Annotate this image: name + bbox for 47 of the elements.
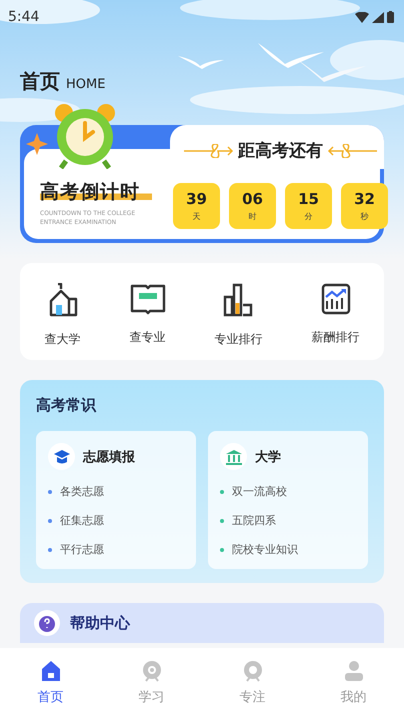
chart-icon bbox=[320, 283, 350, 315]
topic-link[interactable]: 征集志愿 bbox=[60, 513, 104, 528]
home-icon bbox=[40, 660, 62, 682]
shortcut-button[interactable]: 查大学 bbox=[44, 283, 80, 348]
wifi-icon bbox=[355, 12, 369, 22]
topic-card[interactable]: 大学 双一流高校 五院四系 院校专业知识 bbox=[208, 431, 368, 569]
question-icon bbox=[34, 610, 60, 636]
target-icon bbox=[242, 660, 264, 682]
bar-chart-icon bbox=[222, 283, 254, 317]
time-unit-label: 分 bbox=[304, 211, 312, 222]
target-icon bbox=[140, 660, 162, 682]
shortcut-button[interactable]: 查专业 bbox=[130, 283, 166, 348]
battery-icon bbox=[387, 11, 394, 23]
topic-link[interactable]: 各类志愿 bbox=[60, 484, 104, 499]
bank-building-icon bbox=[224, 448, 242, 464]
topic-title: 志愿填报 bbox=[83, 448, 135, 466]
page-subtitle: HOME bbox=[66, 77, 106, 92]
time-value: 39 bbox=[186, 190, 207, 208]
time-value: 06 bbox=[242, 190, 263, 208]
time-value: 15 bbox=[298, 190, 319, 208]
time-unit-label: 秒 bbox=[360, 211, 368, 222]
topic-title: 大学 bbox=[255, 448, 281, 466]
graduation-cap-icon bbox=[52, 448, 70, 464]
shortcut-button[interactable]: 专业排行 bbox=[214, 283, 262, 348]
status-time: 5:44 bbox=[8, 9, 40, 25]
topic-link[interactable]: 院校专业知识 bbox=[232, 542, 298, 557]
nav-tab[interactable]: 首页 bbox=[16, 660, 86, 706]
time-value: 32 bbox=[354, 190, 375, 208]
help-card[interactable]: 帮助中心 bbox=[20, 603, 384, 643]
topic-link[interactable]: 五院四系 bbox=[232, 513, 276, 528]
topic-card[interactable]: 志愿填报 各类志愿 征集志愿 平行志愿 bbox=[36, 431, 196, 569]
page-title: 首页 bbox=[20, 68, 60, 95]
school-icon bbox=[48, 283, 78, 317]
topic-link[interactable]: 平行志愿 bbox=[60, 542, 104, 557]
shortcut-button[interactable]: 薪酬排行 bbox=[312, 283, 360, 348]
user-icon bbox=[342, 660, 364, 682]
book-icon bbox=[130, 283, 166, 315]
help-title: 帮助中心 bbox=[70, 614, 130, 632]
ribbon-arrow-icon bbox=[327, 144, 377, 158]
signal-icon bbox=[372, 12, 384, 22]
time-unit-label: 天 bbox=[192, 211, 200, 222]
section-title: 高考常识 bbox=[36, 396, 98, 415]
countdown-heading: 距高考还有 bbox=[238, 140, 323, 162]
time-unit-label: 时 bbox=[248, 211, 256, 222]
star-icon bbox=[26, 133, 48, 155]
ribbon-arrow-icon bbox=[184, 144, 234, 158]
topic-link[interactable]: 双一流高校 bbox=[232, 484, 287, 499]
